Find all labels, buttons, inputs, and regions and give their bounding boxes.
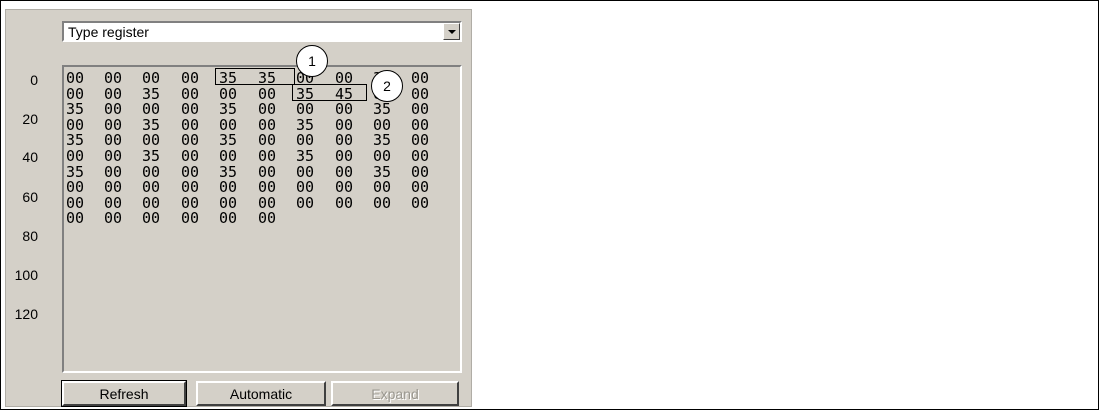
register-byte: 00 xyxy=(181,178,200,197)
register-byte: 00 xyxy=(142,209,161,228)
register-byte: 00 xyxy=(411,178,430,197)
register-byte: 00 xyxy=(181,100,200,119)
register-byte: 00 xyxy=(104,147,123,165)
row-offset-label: 20 xyxy=(22,111,38,127)
row-offset-label: 40 xyxy=(22,149,38,165)
register-byte: 00 xyxy=(219,209,238,228)
register-byte: 00 xyxy=(104,69,123,87)
register-byte: 00 xyxy=(258,209,277,228)
register-byte: 00 xyxy=(66,69,85,87)
register-byte: 00 xyxy=(335,147,354,165)
register-byte: 00 xyxy=(258,100,277,119)
register-byte: 00 xyxy=(219,178,238,197)
callout-marker: 1 xyxy=(296,45,328,77)
row-offset-label: 100 xyxy=(14,267,38,283)
dropdown-selected-value: Type register xyxy=(68,24,149,40)
register-byte: 00 xyxy=(104,100,123,119)
register-byte: 00 xyxy=(181,69,200,87)
chevron-down-icon[interactable] xyxy=(443,23,460,40)
register-byte: 00 xyxy=(181,209,200,228)
register-byte: 35 xyxy=(373,100,392,119)
register-data-area[interactable]: 0000000035350000350000003500000035450000… xyxy=(62,65,462,373)
register-byte: 00 xyxy=(335,178,354,197)
register-byte: 00 xyxy=(373,193,392,212)
register-byte: 00 xyxy=(335,193,354,212)
register-byte: 35 xyxy=(296,147,315,165)
register-byte: 00 xyxy=(142,100,161,119)
register-byte: 00 xyxy=(411,69,430,87)
highlight-box-1 xyxy=(215,68,295,85)
register-byte: 00 xyxy=(373,178,392,197)
register-panel: Type register 0 20 40 60 80 100 120 00 00 00 00 35… xyxy=(5,9,472,407)
register-byte: 00 xyxy=(411,147,430,165)
register-byte: 35 xyxy=(142,147,161,165)
register-byte: 00 xyxy=(296,100,315,119)
automatic-button[interactable]: Automatic xyxy=(196,381,326,406)
register-byte: 00 xyxy=(142,178,161,197)
register-byte: 00 xyxy=(104,178,123,197)
register-byte: 00 xyxy=(219,147,238,165)
register-byte: 00 xyxy=(296,178,315,197)
register-byte: 00 xyxy=(181,147,200,165)
highlight-box-2 xyxy=(292,84,367,101)
register-byte: 00 xyxy=(335,100,354,119)
expand-button: Expand xyxy=(331,381,459,406)
register-type-dropdown[interactable]: Type register xyxy=(62,21,462,42)
register-byte: 00 xyxy=(258,178,277,197)
row-offset-label: 120 xyxy=(14,306,38,322)
register-byte: 00 xyxy=(142,69,161,87)
register-byte: 00 xyxy=(258,147,277,165)
row-offset-label: 0 xyxy=(30,72,38,88)
register-byte: 35 xyxy=(66,100,85,119)
register-byte: 00 xyxy=(411,100,430,119)
register-byte: 00 xyxy=(373,147,392,165)
register-byte: 00 xyxy=(296,193,315,212)
row-offset-label: 80 xyxy=(22,228,38,244)
row-offset-label: 60 xyxy=(22,189,38,205)
register-byte: 00 xyxy=(66,178,85,197)
register-byte: 00 xyxy=(411,193,430,212)
register-byte: 00 xyxy=(66,147,85,165)
callout-marker: 2 xyxy=(371,70,403,102)
register-byte: 35 xyxy=(219,100,238,119)
register-byte: 00 xyxy=(104,209,123,228)
register-byte: 00 xyxy=(66,209,85,228)
refresh-button[interactable]: Refresh xyxy=(61,380,187,407)
